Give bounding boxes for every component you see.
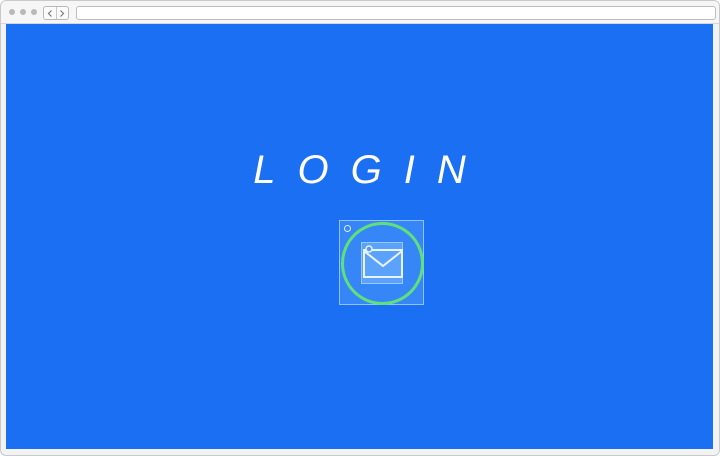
browser-window: LOGIN xyxy=(0,0,720,456)
email-icon[interactable] xyxy=(361,242,403,284)
page-title: LOGIN xyxy=(253,148,488,192)
window-zoom-dot[interactable] xyxy=(31,9,37,15)
page-viewport: LOGIN xyxy=(6,24,713,449)
chevron-right-icon xyxy=(60,9,65,17)
back-button[interactable] xyxy=(44,7,56,19)
envelope-icon xyxy=(363,245,403,278)
email-login-option[interactable] xyxy=(339,220,424,305)
history-nav xyxy=(43,6,69,20)
window-close-dot[interactable] xyxy=(9,9,15,15)
browser-toolbar xyxy=(1,1,719,24)
address-bar[interactable] xyxy=(76,6,716,20)
window-minimize-dot[interactable] xyxy=(20,9,26,15)
forward-button[interactable] xyxy=(55,7,69,19)
selection-handle-icon xyxy=(344,225,351,232)
chevron-left-icon xyxy=(47,9,52,17)
